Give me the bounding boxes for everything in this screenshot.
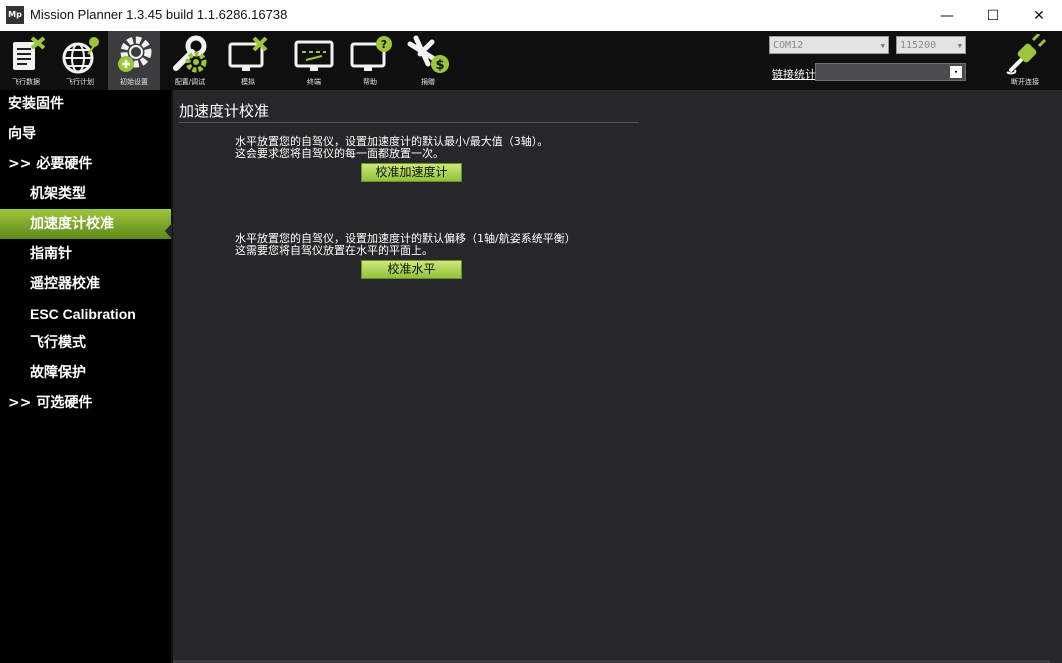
maximize-button[interactable]: ☐ xyxy=(970,0,1016,31)
main-toolbar: 飞行数据 飞行计划 初始设置 配置/调试 模拟 终端 ? 帮助 $ 捐赠 COM… xyxy=(0,31,1062,90)
sidebar-item-mandatory-hardware[interactable]: >> 必要硬件 xyxy=(0,150,171,178)
disconnect-button[interactable]: 断开连接 xyxy=(1000,31,1050,90)
toolbar-label: 捐赠 xyxy=(421,78,435,86)
toolbar-label: 配置/调试 xyxy=(174,78,206,86)
app-logo: Mp xyxy=(6,6,24,24)
flight-data-icon xyxy=(13,36,46,70)
toolbar-label: 飞行数据 xyxy=(12,78,40,86)
toolbar-label: 飞行计划 xyxy=(66,78,94,86)
toolbar-label: 断开连接 xyxy=(1011,78,1039,86)
mission-planner-window: Mp Mission Planner 1.3.45 build 1.1.6286… xyxy=(0,0,1062,663)
minimize-button[interactable]: — xyxy=(924,0,970,31)
donate-icon: $ xyxy=(407,35,449,73)
close-button[interactable]: ✕ xyxy=(1016,0,1062,31)
sidebar-item-install-firmware[interactable]: 安装固件 xyxy=(0,90,171,118)
active-pointer xyxy=(165,223,172,239)
toolbar-donate[interactable]: $ 捐赠 xyxy=(402,31,454,90)
toolbar-flight-plan[interactable]: 飞行计划 xyxy=(54,31,106,90)
simulation-icon xyxy=(228,36,268,71)
terminal-icon xyxy=(294,40,334,71)
calibrate-level-button[interactable]: 校准水平 xyxy=(361,260,462,279)
toolbar-simulation[interactable]: 模拟 xyxy=(222,31,274,90)
toolbar-help[interactable]: ? 帮助 xyxy=(344,31,396,90)
window-title: Mission Planner 1.3.45 build 1.1.6286.16… xyxy=(30,7,288,22)
sidebar-item-optional-hardware[interactable]: >> 可选硬件 xyxy=(0,389,171,417)
sidebar-item-failsafe[interactable]: 故障保护 xyxy=(0,359,171,387)
page-title: 加速度计校准 xyxy=(179,102,270,120)
sidebar-item-esc-calibration[interactable]: ESC Calibration xyxy=(0,300,171,328)
sidebar-item-radio-calibration[interactable]: 遥控器校准 xyxy=(0,270,171,298)
baud-select[interactable]: 115200 ▼ xyxy=(896,36,966,54)
svg-text:?: ? xyxy=(381,38,387,51)
toolbar-label: 终端 xyxy=(307,78,321,86)
calibrate-accel-button[interactable]: 校准加速度计 xyxy=(361,163,462,182)
plug-icon xyxy=(1006,34,1047,75)
sidebar-item-frame-type[interactable]: 机架类型 xyxy=(0,180,171,208)
toolbar-initial-setup[interactable]: 初始设置 xyxy=(108,31,160,90)
toolbar-terminal[interactable]: 终端 xyxy=(288,31,340,90)
chevron-down-icon: ▾ xyxy=(950,66,962,78)
level-description-line-2: 这需要您将自驾仪放置在水平的平面上。 xyxy=(235,244,433,257)
baud-value: 115200 xyxy=(900,40,937,51)
mavlink-select[interactable]: ▾ xyxy=(815,63,966,81)
right-edge xyxy=(1050,90,1062,663)
toolbar-label: 帮助 xyxy=(363,78,377,86)
toolbar-config-tuning[interactable]: 配置/调试 xyxy=(164,31,216,90)
link-stats-link[interactable]: 链接统计 xyxy=(772,66,816,82)
svg-text:$: $ xyxy=(435,58,444,73)
config-tuning-icon xyxy=(173,35,207,73)
sidebar-item-flight-modes[interactable]: 飞行模式 xyxy=(0,329,171,357)
help-icon: ? xyxy=(350,36,392,71)
chevron-down-icon: ▼ xyxy=(880,42,885,50)
setup-sidebar: 安装固件 向导 >> 必要硬件 机架类型 加速度计校准 指南针 遥控器校准 ES… xyxy=(0,90,173,663)
sidebar-item-compass[interactable]: 指南针 xyxy=(0,240,171,268)
sidebar-item-accel-calibration[interactable]: 加速度计校准 xyxy=(0,209,171,239)
accel-description-line-2: 这会要求您将自驾仪的每一面都放置一次。 xyxy=(235,147,444,160)
toolbar-label: 模拟 xyxy=(241,78,255,86)
sidebar-item-wizard[interactable]: 向导 xyxy=(0,120,171,148)
toolbar-flight-data[interactable]: 飞行数据 xyxy=(0,31,52,90)
title-divider xyxy=(179,122,639,123)
port-select[interactable]: COM12 ▼ xyxy=(769,36,889,54)
title-bar: Mp Mission Planner 1.3.45 build 1.1.6286… xyxy=(0,0,1062,32)
flight-plan-icon xyxy=(62,37,99,74)
accel-calibration-panel: 加速度计校准 水平放置您的自驾仪，设置加速度计的默认最小/最大值（3轴）。 这会… xyxy=(173,90,1050,663)
port-value: COM12 xyxy=(773,40,804,51)
initial-setup-icon xyxy=(118,36,152,72)
chevron-down-icon: ▼ xyxy=(957,42,962,50)
toolbar-label: 初始设置 xyxy=(120,78,148,86)
